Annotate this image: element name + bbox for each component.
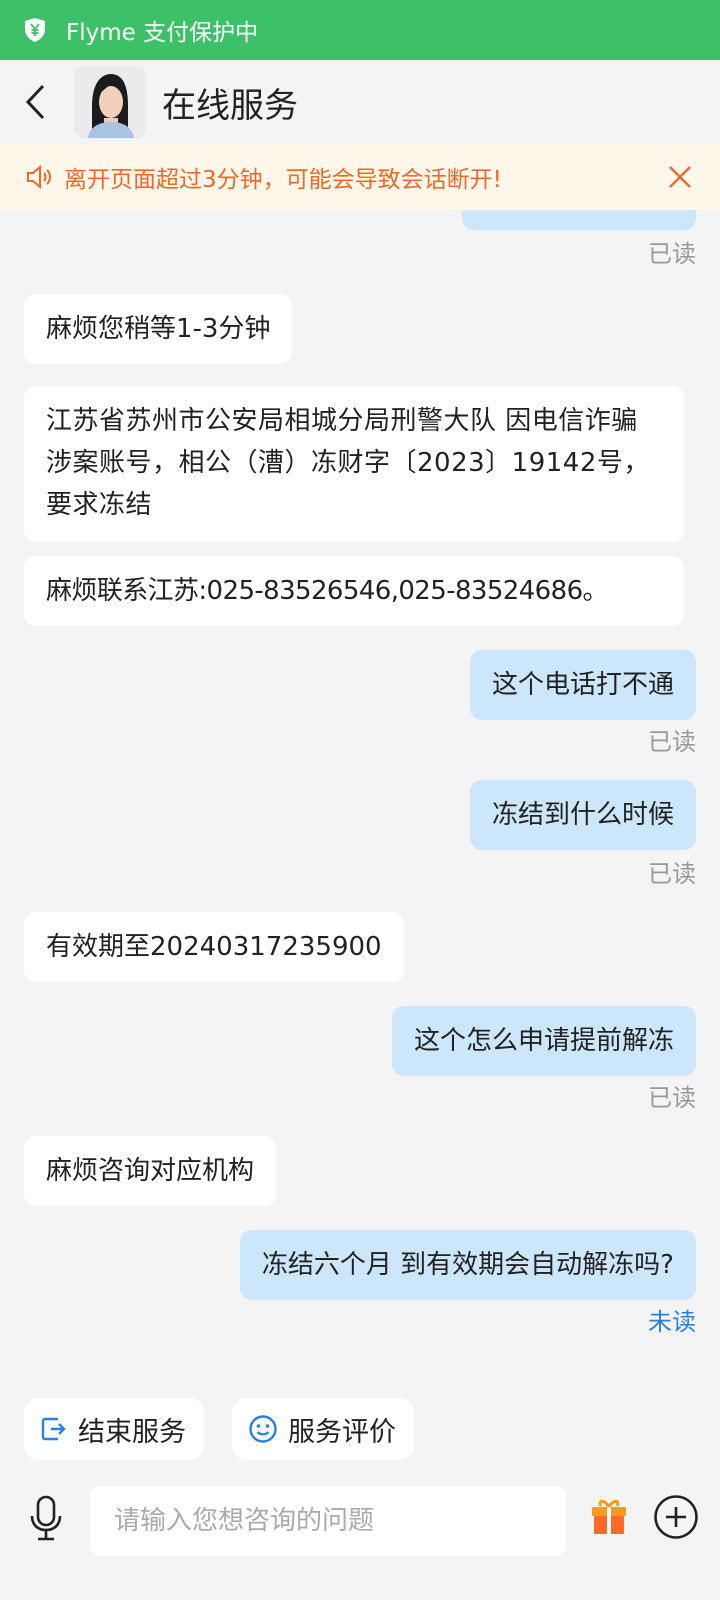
message-bubble-in: 江苏省苏州市公安局相城分局刑警大队 因电信诈骗涉案账号，相公（漕）冻财字〔202… <box>24 386 684 542</box>
shield-yen-icon <box>25 18 45 42</box>
read-receipt: 已读 <box>648 1084 696 1112</box>
plus-circle-icon[interactable] <box>653 1494 699 1540</box>
gift-icon[interactable] <box>590 1496 628 1536</box>
input-bar <box>0 1480 720 1600</box>
status-bar: Flyme 支付保护中 <box>0 0 720 60</box>
speaker-icon <box>27 164 51 190</box>
read-receipt: 已读 <box>648 860 696 888</box>
unread-receipt: 未读 <box>648 1308 696 1336</box>
agent-avatar-image <box>74 66 146 138</box>
close-banner-button[interactable] <box>650 147 710 207</box>
message-input[interactable] <box>90 1486 566 1556</box>
rate-service-label: 服务评价 <box>288 1416 396 1448</box>
back-button[interactable] <box>0 60 70 144</box>
end-service-button[interactable]: 结束服务 <box>24 1398 204 1460</box>
page-title: 在线服务 <box>162 85 298 126</box>
read-receipt: 已读 <box>648 728 696 756</box>
microphone-icon[interactable] <box>26 1494 66 1542</box>
message-bubble-out: 冻结到什么时候 <box>469 780 696 850</box>
message-bubble-in: 有效期至20240317235900 <box>24 912 404 982</box>
agent-avatar[interactable] <box>74 66 146 138</box>
message-bubble-in: 麻烦您稍等1-3分钟 <box>24 294 293 364</box>
header: 在线服务 <box>0 60 720 144</box>
message-bubble-out: 冻结六个月 到有效期会自动解冻吗? <box>239 1230 696 1300</box>
exit-icon <box>41 1417 66 1441</box>
close-icon <box>669 166 691 188</box>
rate-service-button[interactable]: 服务评价 <box>232 1398 414 1460</box>
smiley-icon <box>249 1415 277 1443</box>
message-bubble-out: 这个电话打不通 <box>469 650 696 720</box>
end-service-label: 结束服务 <box>78 1416 186 1448</box>
chevron-left-icon <box>25 84 45 120</box>
warning-text: 离开页面超过3分钟，可能会导致会话断开! <box>64 167 502 193</box>
message-bubble-in: 麻烦咨询对应机构 <box>24 1136 277 1206</box>
disconnect-warning-banner: 离开页面超过3分钟，可能会导致会话断开! <box>0 144 720 210</box>
read-receipt: 已读 <box>648 240 696 268</box>
status-bar-title: Flyme 支付保护中 <box>66 20 259 46</box>
chat-messages[interactable]: 已读 麻烦您稍等1-3分钟 江苏省苏州市公安局相城分局刑警大队 因电信诈骗涉案账… <box>0 144 720 1384</box>
message-bubble-out: 这个怎么申请提前解冻 <box>391 1006 696 1076</box>
message-bubble-in: 麻烦联系江苏:025-83526546,025-83524686。 <box>24 556 684 626</box>
